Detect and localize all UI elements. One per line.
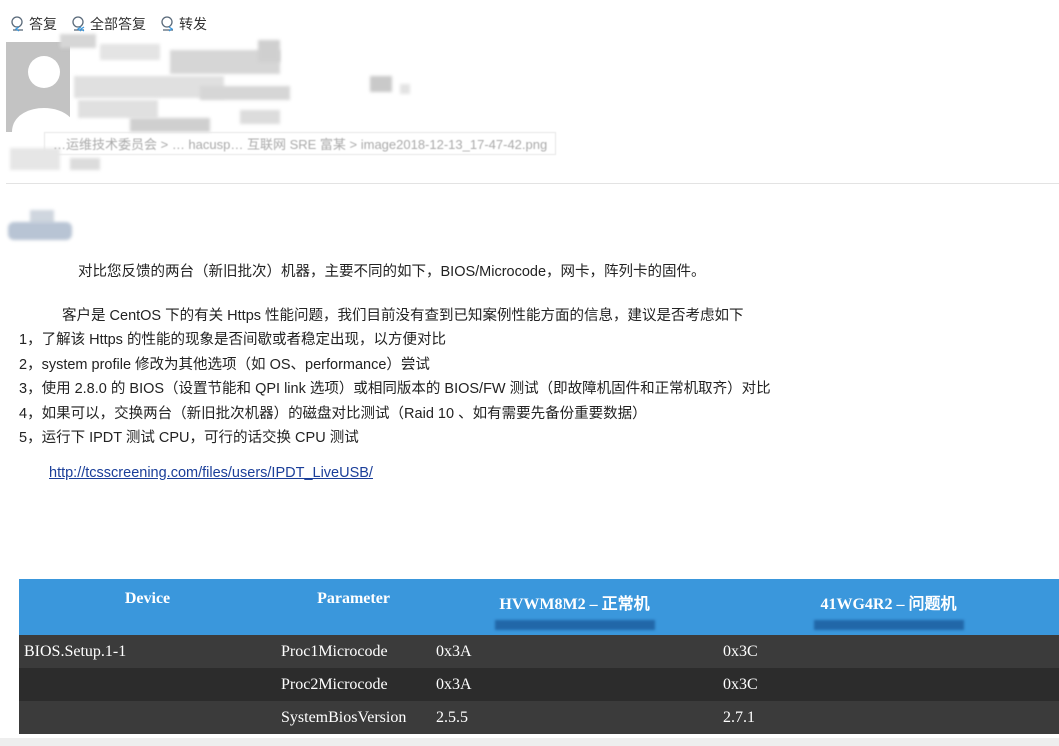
list-item: 1，了解该 Https 的性能的现象是否间歇或者稳定出现，以方便对比 bbox=[19, 332, 446, 348]
reply-all-label: 全部答复 bbox=[90, 16, 146, 32]
attachment-breadcrumb[interactable]: …运维技术委员会 > … hacusp… 互联网 SRE 富某 > image2… bbox=[44, 132, 557, 155]
cell-parameter: Proc1Microcode bbox=[276, 635, 431, 668]
header-divider bbox=[6, 183, 1059, 184]
col-header-device: Device bbox=[19, 579, 276, 635]
cell-device bbox=[19, 668, 276, 701]
col-header-parameter: Parameter bbox=[276, 579, 431, 635]
forward-label: 转发 bbox=[179, 16, 207, 32]
sender-avatar bbox=[6, 42, 70, 132]
reply-button[interactable]: 答复 bbox=[10, 14, 57, 34]
greeting-blurred bbox=[8, 210, 72, 240]
table-row: BIOS.Setup.1-1 Proc1Microcode 0x3A 0x3C bbox=[19, 635, 1059, 668]
forward-icon bbox=[161, 16, 174, 32]
cell-normal-value: 0x3A bbox=[431, 668, 718, 701]
col-header-problem-host: 41WG4R2 – 问题机 bbox=[718, 579, 1059, 635]
message-toolbar: 答复 全部答复 转发 bbox=[10, 14, 207, 34]
list-item: 2，system profile 修改为其他选项（如 OS、performanc… bbox=[19, 356, 430, 373]
status-bar bbox=[0, 738, 1059, 746]
list-item: 5，运行下 IPDT 测试 CPU，可行的话交换 CPU 测试 bbox=[19, 430, 359, 446]
table-row: SystemBiosVersion 2.5.5 2.7.1 bbox=[19, 701, 1059, 734]
cell-problem-value: 2.7.1 bbox=[718, 701, 1059, 734]
table-row: Proc2Microcode 0x3A 0x3C bbox=[19, 668, 1059, 701]
cell-normal-value: 0x3A bbox=[431, 635, 718, 668]
ipdt-link[interactable]: http://tcsscreening.com/files/users/IPDT… bbox=[49, 465, 373, 481]
blurred-host-detail bbox=[494, 620, 655, 630]
paragraph-intro: 客户是 CentOS 下的有关 Https 性能问题，我们目前没有查到已知案例性… bbox=[62, 308, 744, 324]
cell-problem-value: 0x3C bbox=[718, 668, 1059, 701]
reply-all-button[interactable]: 全部答复 bbox=[71, 14, 146, 34]
list-item: 4，如果可以，交换两台（新旧批次机器）的磁盘对比测试（Raid 10 、如有需要… bbox=[19, 405, 647, 422]
reply-icon bbox=[11, 16, 23, 32]
cell-device bbox=[19, 701, 276, 734]
col-header-normal-host: HVWM8M2 – 正常机 bbox=[431, 579, 718, 635]
cell-problem-value: 0x3C bbox=[718, 635, 1059, 668]
list-item: 3，使用 2.8.0 的 BIOS（设置节能和 QPI link 选项）或相同版… bbox=[19, 381, 771, 397]
blurred-host-detail bbox=[813, 620, 964, 630]
firmware-comparison-table: Device Parameter HVWM8M2 – 正常机 41WG4R2 –… bbox=[19, 579, 1059, 734]
cell-normal-value: 2.5.5 bbox=[431, 701, 718, 734]
person-icon bbox=[6, 42, 70, 132]
paragraph-summary: 对比您反馈的两台（新旧批次）机器，主要不同的如下，BIOS/Microcode，… bbox=[78, 264, 706, 280]
message-body: 对比您反馈的两台（新旧批次）机器，主要不同的如下，BIOS/Microcode，… bbox=[19, 260, 771, 485]
cell-parameter: SystemBiosVersion bbox=[276, 701, 431, 734]
cell-parameter: Proc2Microcode bbox=[276, 668, 431, 701]
forward-button[interactable]: 转发 bbox=[160, 14, 207, 34]
cell-device: BIOS.Setup.1-1 bbox=[19, 635, 276, 668]
reply-all-icon bbox=[72, 16, 85, 32]
reply-label: 答复 bbox=[29, 16, 57, 32]
